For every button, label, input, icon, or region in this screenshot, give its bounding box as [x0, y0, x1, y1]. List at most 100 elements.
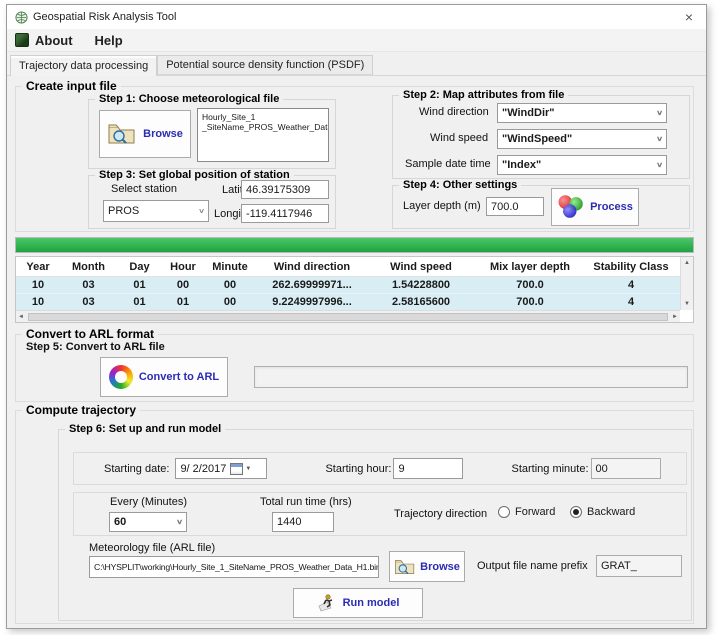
arl-browse-button[interactable]: Browse [389, 551, 465, 582]
starting-minute-label: Starting minute: [511, 463, 588, 475]
col-year[interactable]: Year [16, 261, 60, 273]
layer-depth-label: Layer depth (m) [403, 200, 481, 212]
table-row[interactable]: 10 03 01 01 00 9.2249997996... 2.5816560… [16, 294, 680, 310]
starting-date-label: Starting date: [104, 463, 169, 475]
convert-arl-group: Convert to ARL format Step 5: Convert to… [15, 334, 694, 402]
met-file-path-field[interactable]: C:\HYSPLIT\working\Hourly_Site_1_SiteNam… [89, 556, 379, 578]
chevron-down-icon: ∨ [198, 207, 205, 215]
cell-year: 10 [16, 279, 60, 291]
cell-wind-speed: 2.58165600 [368, 296, 474, 308]
table-body: Year Month Day Hour Minute Wind directio… [16, 257, 680, 310]
arl-browse-label: Browse [420, 561, 460, 573]
scroll-left-icon[interactable]: ◄ [16, 311, 26, 323]
starting-date-value: 9/ 2/2017 [180, 463, 226, 475]
create-input-file-group: Create input file Step 1: Choose meteoro… [15, 86, 694, 232]
step1-title: Step 1: Choose meteorological file [95, 93, 283, 105]
run-model-button[interactable]: Run model [293, 588, 423, 618]
layer-depth-value: 700.0 [491, 201, 519, 213]
convert-to-arl-button[interactable]: Convert to ARL [100, 357, 228, 397]
tab-trajectory-data-processing[interactable]: Trajectory data processing [10, 55, 157, 76]
compute-trajectory-group: Compute trajectory Step 6: Set up and ru… [15, 410, 694, 624]
starting-hour-value: 9 [398, 463, 404, 475]
cell-minute: 00 [204, 296, 256, 308]
starting-minute-field[interactable]: 00 [591, 458, 661, 479]
station-value: PROS [108, 205, 139, 217]
step1-box: Step 1: Choose meteorological file Brows… [88, 99, 336, 169]
step4-title: Step 4: Other settings [399, 179, 521, 191]
forward-radio[interactable]: Forward [498, 506, 555, 518]
output-prefix-label: Output file name prefix [477, 560, 588, 572]
weather-data-table: Year Month Day Hour Minute Wind directio… [15, 256, 694, 323]
step4-box: Step 4: Other settings Layer depth (m) 7… [392, 185, 690, 229]
longitude-field[interactable]: -119.4117946 [241, 204, 329, 223]
step1-browse-button[interactable]: Browse [99, 110, 191, 158]
col-day[interactable]: Day [117, 261, 162, 273]
col-wind-speed[interactable]: Wind speed [368, 261, 474, 273]
window-title: Geospatial Risk Analysis Tool [33, 11, 176, 23]
latitude-field[interactable]: 46.39175309 [241, 180, 329, 199]
meteo-file-textbox[interactable]: Hourly_Site_1 _SiteName_PROS_Weather_Dat… [197, 108, 329, 162]
starting-minute-value: 00 [596, 463, 608, 475]
cell-month: 03 [60, 279, 117, 291]
scroll-up-icon[interactable]: ▲ [682, 257, 692, 269]
convert-arl-title: Convert to ARL format [22, 327, 158, 341]
total-run-time-field[interactable]: 1440 [272, 512, 334, 532]
output-prefix-value: GRAT_ [601, 560, 637, 572]
run-model-label: Run model [343, 597, 400, 609]
col-minute[interactable]: Minute [204, 261, 256, 273]
col-hour[interactable]: Hour [162, 261, 204, 273]
col-month[interactable]: Month [60, 261, 117, 273]
folder-search-icon [107, 122, 137, 146]
every-minutes-select[interactable]: 60 ∨ [109, 512, 187, 532]
close-icon[interactable]: × [672, 5, 706, 29]
menu-item-about[interactable]: About [35, 33, 73, 48]
wind-direction-label: Wind direction [419, 106, 489, 118]
menu-about-group[interactable]: About [15, 33, 73, 48]
process-button[interactable]: Process [551, 188, 639, 226]
app-logo-icon [15, 33, 29, 47]
wind-direction-select[interactable]: "WindDir" ∨ [497, 103, 667, 123]
wind-speed-select[interactable]: "WindSpeed" ∨ [497, 129, 667, 149]
every-minutes-value: 60 [114, 516, 126, 528]
output-prefix-field[interactable]: GRAT_ [596, 555, 682, 577]
chevron-down-icon: ∨ [176, 518, 183, 526]
cell-minute: 00 [204, 279, 256, 291]
starting-date-picker[interactable]: 9/ 2/2017 ▼ [175, 458, 267, 479]
process-label: Process [590, 201, 633, 213]
backward-radio[interactable]: Backward [570, 506, 635, 518]
cell-wind-speed: 1.54228800 [368, 279, 474, 291]
layer-depth-field[interactable]: 700.0 [486, 197, 544, 216]
scroll-right-icon[interactable]: ► [670, 311, 680, 323]
select-station-label: Select station [111, 183, 177, 195]
station-select[interactable]: PROS ∨ [103, 200, 209, 222]
col-mix-layer-depth[interactable]: Mix layer depth [474, 261, 586, 273]
tab-strip: Trajectory data processing Potential sou… [7, 52, 706, 76]
cell-mix-layer-depth: 700.0 [474, 279, 586, 291]
table-horizontal-scrollbar[interactable]: ◄ ► [16, 310, 680, 322]
cell-hour: 00 [162, 279, 204, 291]
table-row[interactable]: 10 03 01 00 00 262.69999971... 1.5422880… [16, 277, 680, 294]
compute-trajectory-title: Compute trajectory [22, 403, 140, 417]
every-minutes-label: Every (Minutes) [110, 496, 187, 508]
process-circles-icon [559, 195, 586, 218]
tab-psdf[interactable]: Potential source density function (PSDF) [157, 55, 373, 75]
col-stability-class[interactable]: Stability Class [586, 261, 676, 273]
met-file-label: Meteorology file (ARL file) [89, 542, 215, 554]
col-wind-direction[interactable]: Wind direction [256, 261, 368, 273]
menu-item-help[interactable]: Help [95, 33, 123, 48]
sample-date-time-select[interactable]: "Index" ∨ [497, 155, 667, 175]
scrollbar-thumb[interactable] [28, 313, 668, 321]
chevron-down-icon: ∨ [656, 135, 663, 143]
create-input-file-title: Create input file [22, 79, 121, 93]
cell-month: 03 [60, 296, 117, 308]
date-dropdown-icon[interactable]: ▼ [245, 466, 251, 472]
table-vertical-scrollbar[interactable]: ▲ ▼ [680, 257, 693, 310]
scroll-down-icon[interactable]: ▼ [682, 298, 692, 310]
latitude-value: 46.39175309 [246, 184, 310, 196]
starting-hour-field[interactable]: 9 [393, 458, 463, 479]
chevron-down-icon: ∨ [656, 109, 663, 117]
color-ring-icon [109, 365, 133, 389]
total-run-time-label: Total run time (hrs) [260, 496, 352, 508]
backward-label: Backward [587, 506, 635, 518]
tab-page-content: Create input file Step 1: Choose meteoro… [7, 76, 706, 628]
